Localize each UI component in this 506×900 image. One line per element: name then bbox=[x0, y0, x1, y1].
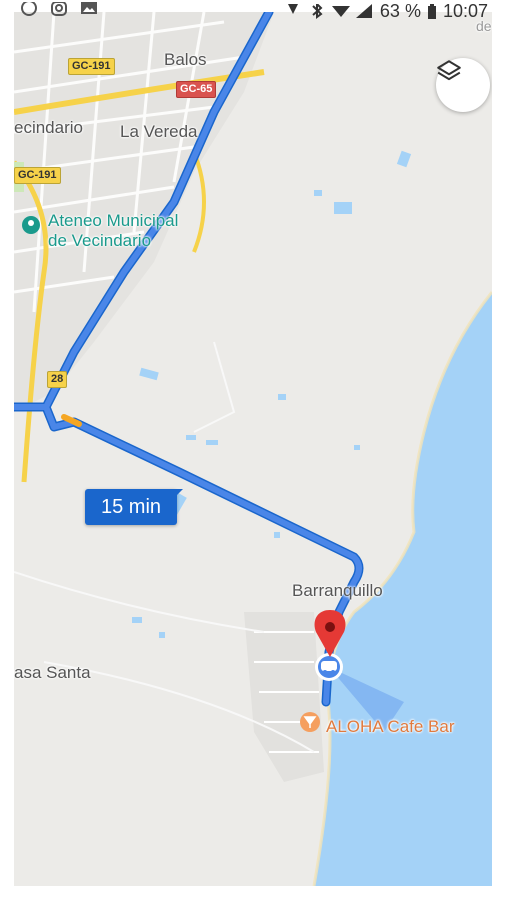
poi-label-ateneo-line2: de Vecindario bbox=[48, 231, 152, 250]
status-bar: 63 % 10:07 bbox=[14, 0, 492, 24]
road-shield-gc191: GC-191 bbox=[68, 58, 115, 75]
poi-label-cafe[interactable]: ALOHA Cafe Bar bbox=[326, 717, 455, 737]
town-label-barranquillo: Barranquillo bbox=[292, 581, 383, 600]
battery-percent: 63 % bbox=[379, 1, 421, 21]
signal-icon bbox=[355, 3, 372, 18]
location-status-icon bbox=[287, 3, 298, 14]
map-graphics bbox=[14, 12, 492, 886]
town-label-vecindario: ecindario bbox=[14, 118, 83, 137]
instagram-icon bbox=[51, 2, 67, 16]
whatsapp-icon bbox=[21, 2, 37, 16]
poi-label-ateneo-line1: Ateneo Municipal bbox=[48, 211, 179, 230]
town-label-balos: Balos bbox=[164, 50, 207, 69]
status-time: 10:07 bbox=[442, 1, 488, 21]
poi-label-ateneo[interactable]: Ateneo Municipal de Vecindario bbox=[48, 211, 178, 251]
road-shield-28: 28 bbox=[47, 371, 68, 388]
town-label-casa-santa: asa Santa bbox=[14, 663, 91, 682]
wifi-icon bbox=[331, 5, 350, 17]
layers-button[interactable] bbox=[436, 58, 490, 112]
map-canvas[interactable]: Balos ecindario La Vereda de Barranquill… bbox=[14, 12, 492, 886]
battery-icon bbox=[427, 3, 436, 19]
eta-bubble[interactable]: 15 min bbox=[85, 489, 183, 525]
bluetooth-icon bbox=[312, 3, 323, 19]
town-label-la-vereda: La Vereda bbox=[120, 122, 198, 141]
road-shield-gc65: GC-65 bbox=[176, 81, 217, 98]
layers-icon bbox=[437, 60, 461, 81]
road-shield-gc191-left: GC-191 bbox=[14, 167, 61, 184]
gallery-icon bbox=[81, 2, 97, 14]
